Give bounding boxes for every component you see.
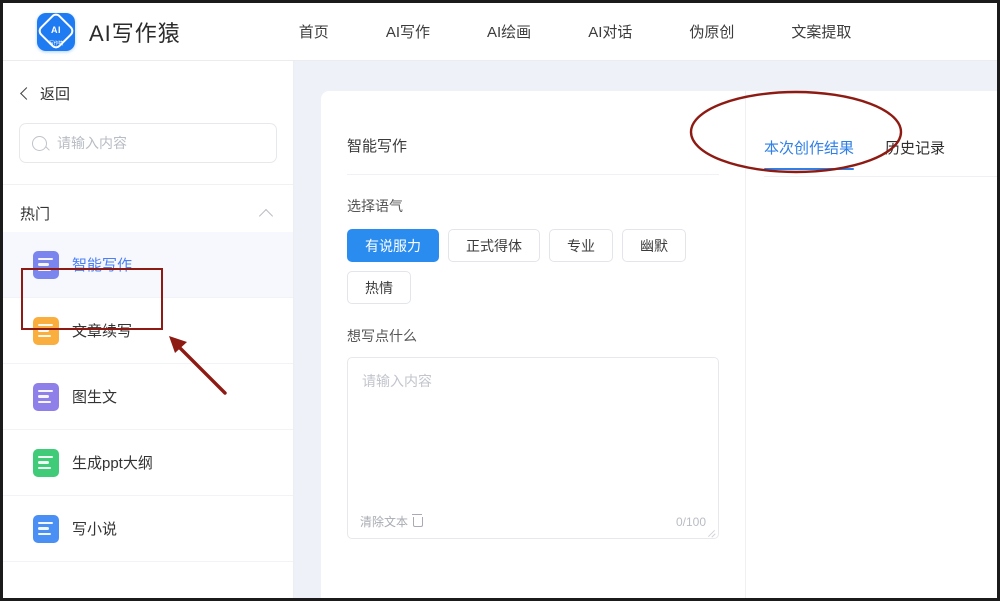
nav-item-ai-chat[interactable]: AI对话 [588,21,632,42]
form-divider [347,174,719,175]
main-nav: 首页 AI写作 AI绘画 AI对话 伪原创 文案提取 [299,21,852,42]
textarea-footer: 清除文本 0/100 [348,513,718,530]
book-icon [33,515,59,543]
nav-item-home[interactable]: 首页 [299,21,329,42]
sidebar-item-label: 写小说 [72,518,117,539]
tone-options: 有说服力 正式得体 专业 幽默 热情 [347,229,715,304]
sidebar-menu: 智能写作 文章续写 图生文 生成ppt大纲 写小说 [3,232,293,562]
form-pane: 智能写作 选择语气 有说服力 正式得体 专业 幽默 热情 想写点什么 请输入内容… [321,91,746,601]
sidebar-item-label: 智能写作 [72,254,132,275]
nav-item-pseudo-original[interactable]: 伪原创 [689,21,734,42]
tone-label: 选择语气 [347,196,745,216]
back-label: 返回 [40,83,70,104]
chevron-up-icon[interactable] [259,208,273,222]
char-counter: 0/100 [676,515,706,529]
sidebar-item-smart-writing[interactable]: 智能写作 [3,232,293,298]
trash-icon [413,517,423,527]
top-navigation-bar: AI 写作猿 AI写作猿 首页 AI写作 AI绘画 AI对话 伪原创 文案提取 [3,3,997,61]
sidebar-item-label: 图生文 [72,386,117,407]
logo-sub-text: 写作猿 [37,40,75,47]
chevron-left-icon [20,87,33,100]
search-icon [32,136,47,151]
document-icon [33,317,59,345]
search-placeholder: 请输入内容 [57,133,127,153]
clear-text-button[interactable]: 清除文本 [360,513,423,530]
sidebar-item-ppt-outline[interactable]: 生成ppt大纲 [3,430,293,496]
sidebar: 返回 请输入内容 热门 智能写作 文章续写 图生文 [3,61,294,601]
clear-text-label: 清除文本 [360,513,408,530]
result-tabs: 本次创作结果 历史记录 [746,91,997,170]
result-pane: 本次创作结果 历史记录 [746,91,997,601]
sidebar-item-label: 文章续写 [72,320,132,341]
tone-chip-persuasive[interactable]: 有说服力 [347,229,439,262]
tab-history[interactable]: 历史记录 [885,137,945,170]
workspace-card: 智能写作 选择语气 有说服力 正式得体 专业 幽默 热情 想写点什么 请输入内容… [321,91,997,601]
content-textarea[interactable]: 请输入内容 清除文本 0/100 [347,357,719,539]
sidebar-item-write-novel[interactable]: 写小说 [3,496,293,562]
document-icon [33,251,59,279]
textarea-resize-handle[interactable] [707,527,716,536]
sidebar-search-input[interactable]: 请输入内容 [19,123,277,163]
tabs-underline [764,176,997,177]
tab-current-result[interactable]: 本次创作结果 [764,137,854,170]
content-label: 想写点什么 [347,326,745,346]
brand[interactable]: AI 写作猿 AI写作猿 [37,13,181,51]
content-placeholder: 请输入内容 [362,371,432,391]
nav-item-ai-painting[interactable]: AI绘画 [487,21,531,42]
tone-chip-formal[interactable]: 正式得体 [448,229,540,262]
brand-title: AI写作猿 [89,16,181,48]
nav-item-copy-extract[interactable]: 文案提取 [791,21,851,42]
app-logo-icon: AI 写作猿 [37,13,75,51]
back-button[interactable]: 返回 [3,61,293,104]
nav-item-ai-writing[interactable]: AI写作 [386,21,430,42]
sidebar-item-image-to-text[interactable]: 图生文 [3,364,293,430]
sidebar-item-label: 生成ppt大纲 [72,452,153,473]
sidebar-section-title: 热门 [20,203,50,224]
form-title: 智能写作 [347,91,745,156]
tone-chip-professional[interactable]: 专业 [549,229,613,262]
sidebar-item-article-continue[interactable]: 文章续写 [3,298,293,364]
sidebar-section-hot[interactable]: 热门 [3,185,293,224]
image-icon [33,383,59,411]
app-window: AI 写作猿 AI写作猿 首页 AI写作 AI绘画 AI对话 伪原创 文案提取 … [0,0,1000,601]
logo-ai-text: AI [51,25,61,35]
main-content-area: 智能写作 选择语气 有说服力 正式得体 专业 幽默 热情 想写点什么 请输入内容… [294,61,997,601]
slides-icon [33,449,59,477]
tone-chip-humorous[interactable]: 幽默 [622,229,686,262]
tone-chip-enthusiastic[interactable]: 热情 [347,271,411,304]
